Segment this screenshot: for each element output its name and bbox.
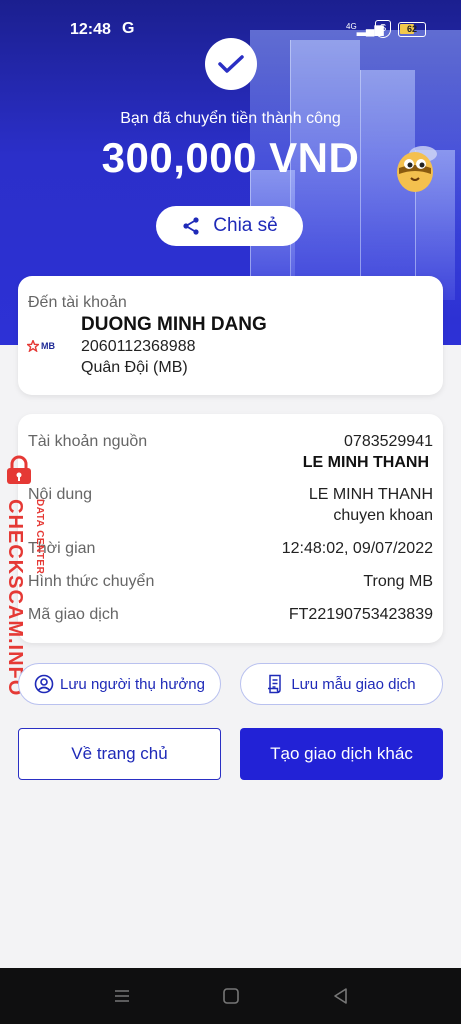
source-account-name: LE MINH THANH xyxy=(302,454,429,471)
network-type: 4G xyxy=(346,22,357,31)
home-square-icon[interactable] xyxy=(221,986,241,1006)
watermark-main-text: CHECKSCAM.INFO xyxy=(4,499,26,697)
watermark-sub-text: DATA CENTER xyxy=(34,499,45,575)
system-nav-bar xyxy=(0,968,461,1024)
back-triangle-icon[interactable] xyxy=(331,986,351,1006)
share-label: Chia sẻ xyxy=(213,215,278,236)
shield-icon: S xyxy=(375,20,391,38)
time-value: 12:48:02, 09/07/2022 xyxy=(281,540,433,557)
save-beneficiary-button[interactable]: Lưu người thụ hưởng xyxy=(18,663,221,705)
source-account-label: Tài khoản nguồn xyxy=(28,433,148,450)
share-icon xyxy=(183,217,199,235)
source-account-value: 0783529941 xyxy=(344,433,433,450)
recipient-account-number: 2060112368988 xyxy=(81,338,196,355)
battery-icon: 62 xyxy=(398,22,426,37)
content-value: LE MINH THANH xyxy=(308,486,433,503)
content-value-2: chuyen khoan xyxy=(333,507,433,524)
transaction-details-card: Tài khoản nguồn 0783529941 LE MINH THANH… xyxy=(18,414,443,643)
recipient-name: DUONG MINH DANG xyxy=(81,314,267,335)
recipient-card: Đến tài khoản MB DUONG MINH DANG 2060112… xyxy=(18,276,443,395)
bee-mascot-icon xyxy=(397,146,437,192)
menu-icon[interactable] xyxy=(112,986,132,1006)
save-template-button[interactable]: Lưu mẫu giao dịch xyxy=(240,663,443,705)
battery-level: 62 xyxy=(406,24,417,34)
recipient-label: Đến tài khoản xyxy=(28,294,127,311)
save-template-label: Lưu mẫu giao dịch xyxy=(291,675,416,693)
document-icon xyxy=(268,674,282,694)
transaction-id-value: FT22190753423839 xyxy=(288,606,433,623)
bank-logo-text: MB xyxy=(41,341,55,351)
user-circle-icon xyxy=(34,674,54,694)
checkscam-watermark: CHECKSCAM.INFO DATA CENTER xyxy=(2,455,50,696)
new-transaction-button[interactable]: Tạo giao dịch khác xyxy=(240,728,443,780)
carrier-g-icon: G xyxy=(122,20,135,37)
check-icon xyxy=(218,55,244,73)
home-button[interactable]: Về trang chủ xyxy=(18,728,221,780)
mb-star-icon xyxy=(27,340,39,352)
success-check-badge xyxy=(205,38,257,90)
share-button[interactable]: Chia sẻ xyxy=(156,206,303,246)
mb-bank-logo: MB xyxy=(27,340,55,352)
status-time: 12:48 xyxy=(70,21,111,38)
transfer-method-value: Trong MB xyxy=(363,573,433,590)
success-message: Bạn đã chuyển tiền thành công xyxy=(120,110,341,127)
save-beneficiary-label: Lưu người thụ hưởng xyxy=(60,675,205,693)
recipient-bank: Quân Đội (MB) xyxy=(81,359,188,376)
lock-icon xyxy=(7,455,31,484)
